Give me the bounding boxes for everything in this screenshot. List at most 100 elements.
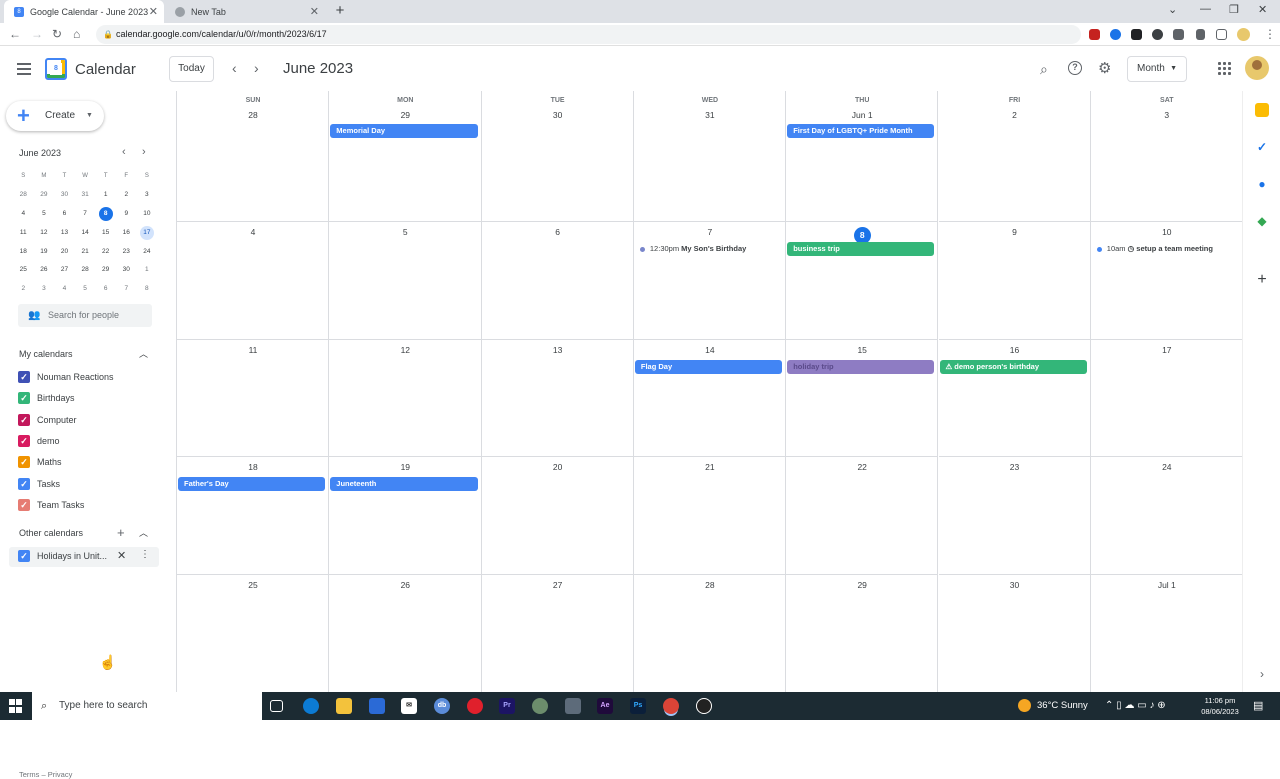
maximize-button[interactable]: ❐ (1229, 3, 1239, 16)
settings-gear-icon[interactable]: ⚙ (1098, 59, 1111, 77)
day-number[interactable]: 29 (786, 580, 938, 590)
day-cell[interactable] (1090, 222, 1244, 340)
day-cell[interactable] (481, 340, 634, 457)
sidepanel-icon[interactable] (1216, 29, 1227, 40)
profile-avatar[interactable] (1237, 28, 1250, 41)
day-number[interactable]: 24 (1091, 462, 1243, 472)
day-cell[interactable] (177, 575, 330, 692)
app-icon[interactable] (532, 698, 548, 714)
day-number[interactable]: 18 (177, 462, 329, 472)
google-apps-icon[interactable] (1218, 62, 1231, 75)
extension-icon[interactable] (1089, 29, 1100, 40)
main-menu-icon[interactable] (17, 63, 31, 75)
day-cell[interactable] (786, 457, 939, 575)
mini-day[interactable]: 6 (95, 282, 116, 296)
mini-prev-icon[interactable]: ‹ (122, 146, 126, 158)
mini-day[interactable]: 4 (54, 282, 75, 296)
calendar-list-item[interactable]: ✓ Tasks (18, 476, 60, 492)
more-options-icon[interactable]: ⋮ (140, 549, 150, 560)
close-tab-icon[interactable]: ✕ (149, 5, 158, 18)
mini-day[interactable]: 8 (137, 282, 158, 296)
day-number[interactable]: 23 (939, 462, 1091, 472)
mini-day[interactable]: 4 (13, 207, 34, 221)
day-cell[interactable] (939, 575, 1091, 692)
mini-day[interactable]: 9 (116, 207, 137, 221)
calendar-event[interactable]: holiday trip (787, 360, 935, 374)
store-icon[interactable] (369, 698, 385, 714)
tab-new-tab[interactable]: New Tab ✕ (165, 0, 325, 23)
day-cell[interactable] (177, 340, 330, 457)
calendar-event[interactable]: Father's Day (178, 477, 326, 491)
mini-day[interactable]: 7 (75, 207, 96, 221)
calendar-list-item[interactable]: ✓ demo (18, 433, 60, 449)
calendar-event[interactable]: 10am ◷ setup a team meeting (1092, 242, 1239, 256)
opera-icon[interactable] (467, 698, 483, 714)
mini-day[interactable]: 2 (13, 282, 34, 296)
mini-day[interactable]: 5 (34, 207, 55, 221)
day-cell[interactable] (329, 457, 482, 575)
extension-icon[interactable] (1131, 29, 1142, 40)
extension-icon[interactable] (1110, 29, 1121, 40)
mini-day[interactable]: 12 (34, 226, 55, 240)
mini-day[interactable]: 27 (54, 263, 75, 277)
day-cell[interactable] (938, 457, 1091, 575)
new-tab-button[interactable]: + (333, 2, 347, 19)
day-number[interactable]: 30 (939, 580, 1091, 590)
mini-day[interactable]: 21 (75, 245, 96, 259)
mini-day[interactable]: 10 (137, 207, 158, 221)
mini-day[interactable]: 3 (137, 188, 158, 202)
checkbox-checked-icon[interactable]: ✓ (18, 456, 30, 469)
day-cell[interactable] (634, 575, 787, 692)
checkbox-checked-icon[interactable]: ✓ (18, 550, 30, 562)
day-cell[interactable] (481, 457, 634, 575)
mini-day[interactable]: 31 (75, 188, 96, 202)
clock[interactable]: 11:06 pm 08/06/2023 (1200, 695, 1240, 717)
checkbox-checked-icon[interactable]: ✓ (18, 392, 30, 405)
calendar-event[interactable]: Juneteenth (330, 477, 478, 491)
day-cell[interactable] (177, 457, 330, 575)
search-people-input[interactable]: 👥 Search for people (18, 304, 152, 327)
mini-day[interactable]: 5 (75, 282, 96, 296)
calendar-list-item[interactable]: ✓ Holidays in Unit... (18, 548, 107, 564)
mini-day[interactable]: 25 (13, 263, 34, 277)
premiere-icon[interactable]: Pr (499, 698, 515, 714)
day-cell[interactable] (329, 340, 482, 457)
taskbar-search-input[interactable]: ⌕ Type here to search (32, 692, 262, 720)
footer-links[interactable]: Terms – Privacy (19, 770, 72, 779)
mini-day[interactable]: 1 (137, 263, 158, 277)
mini-day[interactable]: 16 (116, 226, 137, 240)
day-number[interactable]: 21 (634, 462, 786, 472)
day-cell[interactable] (329, 222, 482, 340)
calendar-event[interactable]: Memorial Day (330, 124, 478, 138)
tasks-icon[interactable]: ✓ (1255, 140, 1269, 154)
day-cell[interactable] (1090, 457, 1244, 575)
my-calendars-title[interactable]: My calendars (19, 349, 73, 359)
mini-day[interactable]: 22 (95, 245, 116, 259)
mini-day[interactable]: 24 (137, 245, 158, 259)
mini-day[interactable]: 13 (54, 226, 75, 240)
maps-icon[interactable]: ◆ (1255, 214, 1269, 228)
weather-widget[interactable]: 36°C Sunny (1018, 692, 1088, 720)
checkbox-checked-icon[interactable]: ✓ (18, 477, 30, 490)
day-number[interactable]: 6 (482, 227, 634, 237)
calendar-event[interactable]: 12:30pm My Son's Birthday (635, 242, 782, 256)
address-bar[interactable]: 🔒 calendar.google.com/calendar/u/0/r/mon… (96, 25, 1081, 44)
photoshop-icon[interactable]: Ps (630, 698, 646, 714)
calendar-list-item[interactable]: ✓ Birthdays (18, 390, 75, 406)
calendar-event[interactable]: First Day of LGBTQ+ Pride Month (787, 124, 935, 138)
keep-icon[interactable] (1255, 103, 1269, 117)
mini-day[interactable]: 28 (13, 188, 34, 202)
day-cell[interactable] (786, 575, 939, 692)
mini-day[interactable]: 29 (95, 263, 116, 277)
prev-period-icon[interactable]: ‹ (232, 60, 237, 76)
day-cell[interactable] (938, 222, 1091, 340)
day-number[interactable]: 22 (786, 462, 938, 472)
unsubscribe-close-icon[interactable]: ✕ (117, 549, 126, 562)
day-cell[interactable] (329, 575, 482, 692)
mini-day[interactable]: 20 (54, 245, 75, 259)
mini-next-icon[interactable]: › (142, 146, 146, 158)
mini-day[interactable]: 8 (95, 206, 116, 221)
day-number[interactable]: 17 (1091, 345, 1243, 355)
day-number[interactable]: 26 (329, 580, 481, 590)
calendar-event[interactable]: business trip (787, 242, 935, 256)
